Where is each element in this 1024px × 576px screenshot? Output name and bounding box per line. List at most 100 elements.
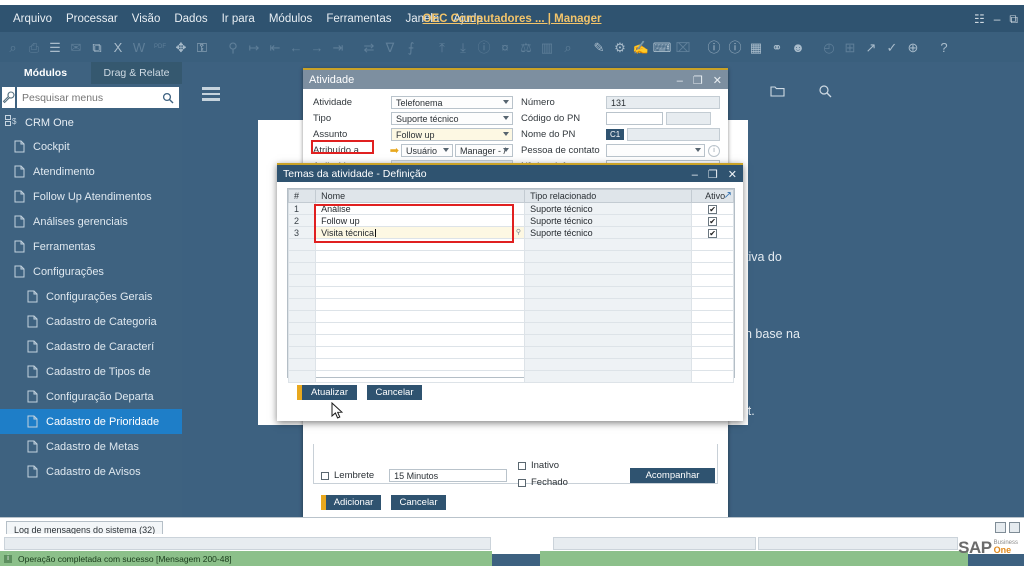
sidebar-item-cadastro-de-categoria[interactable]: Cadastro de Categoria xyxy=(0,309,182,334)
minimize-icon[interactable]: – xyxy=(994,13,1001,25)
toolbar-web-doc-icon[interactable]: ⊕ xyxy=(903,37,923,57)
sidebar-root-crm-one[interactable]: $ CRM One xyxy=(0,111,182,134)
row-tipo-cell[interactable] xyxy=(524,286,693,299)
row-nome-cell[interactable] xyxy=(315,250,526,263)
table-row-empty[interactable] xyxy=(287,298,734,311)
closed-checkbox[interactable] xyxy=(518,478,526,487)
sidebar-item-configura-es[interactable]: Configurações xyxy=(0,259,182,284)
grid-header-num[interactable]: # xyxy=(287,189,317,203)
row-nome-cell[interactable] xyxy=(315,358,526,371)
table-row-empty[interactable] xyxy=(287,358,734,371)
pessoa-contato-select[interactable] xyxy=(606,144,705,157)
activity-cancelar-button[interactable]: Cancelar xyxy=(391,495,446,510)
menu-item-módulos[interactable]: Módulos xyxy=(262,10,319,28)
row-ativo-cell[interactable] xyxy=(691,250,734,263)
folder-icon[interactable] xyxy=(770,84,785,101)
table-row-empty[interactable] xyxy=(287,346,734,359)
row-tipo-cell[interactable] xyxy=(524,298,693,311)
table-row-empty[interactable] xyxy=(287,286,734,299)
menu-item-ferramentas[interactable]: Ferramentas xyxy=(319,10,398,28)
row-ativo-cell[interactable] xyxy=(691,334,734,347)
row-nome-cell[interactable] xyxy=(315,346,526,359)
table-row[interactable]: 2 Follow up Suporte técnico ✔ xyxy=(287,214,734,227)
reminder-value-input[interactable]: 15 Minutos xyxy=(389,469,508,482)
toolbar-approve-icon[interactable]: ✓ xyxy=(882,37,902,57)
inactive-checkbox-row[interactable]: Inativo xyxy=(518,460,568,471)
row-ativo-cell[interactable] xyxy=(691,298,734,311)
atribuido-a-usuario-select[interactable]: Manager - / xyxy=(455,144,513,157)
row-nome-cell[interactable] xyxy=(315,262,526,275)
row-nome-cell[interactable]: Visita técnica ⚲ xyxy=(315,226,526,239)
toolbar-help-icon[interactable]: ? xyxy=(934,37,954,57)
row-nome-cell[interactable] xyxy=(315,298,526,311)
row-tipo-cell[interactable] xyxy=(524,358,693,371)
toolbar-calendar-icon[interactable]: ☰ xyxy=(45,37,65,57)
menu-item-ajuda[interactable]: Ajuda xyxy=(446,10,489,28)
ativo-checkbox[interactable]: ✔ xyxy=(708,228,718,238)
sidebar-tab-drag-relate[interactable]: Drag & Relate xyxy=(91,62,182,84)
ativo-checkbox[interactable]: ✔ xyxy=(708,204,718,214)
inactive-checkbox[interactable] xyxy=(518,461,526,470)
row-nome-cell[interactable] xyxy=(315,238,526,251)
row-ativo-cell[interactable]: ✔ xyxy=(691,214,734,227)
menu-item-arquivo[interactable]: Arquivo xyxy=(6,10,59,28)
search-icon[interactable] xyxy=(157,87,179,108)
row-tipo-cell[interactable] xyxy=(524,322,693,335)
activity-restore-icon[interactable]: ❐ xyxy=(693,74,703,87)
toolbar-export-icon[interactable]: ⧉ xyxy=(87,37,107,57)
contact-info-icon[interactable]: i xyxy=(708,144,720,157)
row-tipo-cell[interactable] xyxy=(524,310,693,323)
row-ativo-cell[interactable] xyxy=(691,322,734,335)
acompanhar-button[interactable]: Acompanhar xyxy=(630,468,715,483)
table-row-empty[interactable] xyxy=(287,250,734,263)
row-tipo-cell[interactable]: Suporte técnico xyxy=(524,226,693,239)
menu-item-ir-para[interactable]: Ir para xyxy=(215,10,262,28)
temas-cancelar-button[interactable]: Cancelar xyxy=(367,385,422,400)
table-row-empty[interactable] xyxy=(287,274,734,287)
c1-badge[interactable]: C1 xyxy=(606,129,625,140)
toolbar-user-icon[interactable]: ☻ xyxy=(788,37,808,57)
toolbar-org-chart-icon[interactable]: ⚭ xyxy=(767,37,787,57)
row-nome-cell[interactable] xyxy=(315,286,526,299)
row-nome-cell[interactable]: Follow up xyxy=(315,214,526,227)
row-tipo-cell[interactable] xyxy=(524,274,693,287)
row-nome-cell[interactable] xyxy=(315,310,526,323)
toolbar-edit-icon[interactable]: ✎ xyxy=(589,37,609,57)
row-nome-cell[interactable] xyxy=(315,322,526,335)
menu-item-janela[interactable]: Janela xyxy=(399,10,447,28)
assunto-select[interactable]: Follow up xyxy=(391,128,513,141)
sidebar-item-configura-o-departa[interactable]: Configuração Departa xyxy=(0,384,182,409)
search-input[interactable] xyxy=(17,88,157,107)
sidebar-tab-modulos[interactable]: Módulos xyxy=(0,62,91,84)
toolbar-move-icon[interactable]: ✥ xyxy=(171,37,191,57)
cell-lookup-icon[interactable]: ⚲ xyxy=(516,228,521,236)
row-ativo-cell[interactable] xyxy=(691,238,734,251)
codigo-pn-input[interactable] xyxy=(606,112,663,125)
row-tipo-cell[interactable] xyxy=(524,262,693,275)
atribuido-a-tipo-select[interactable]: Usuário xyxy=(401,144,453,157)
table-row[interactable]: 1 Análise Suporte técnico ✔ xyxy=(287,202,734,215)
sidebar-item-cadastro-de-prioridade[interactable]: Cadastro de Prioridade xyxy=(0,409,182,434)
activity-dialog-titlebar[interactable]: Atividade – ❐ ✕ xyxy=(303,68,728,89)
reminder-checkbox[interactable] xyxy=(321,471,329,480)
row-ativo-cell[interactable] xyxy=(691,370,734,383)
toolbar-lock-layout-icon[interactable]: ⚿ xyxy=(192,37,212,57)
toolbar-settings-doc-icon[interactable]: ⚙ xyxy=(610,37,630,57)
toolbar-calculator-icon[interactable]: ▦ xyxy=(746,37,766,57)
table-row-empty[interactable] xyxy=(287,238,734,251)
row-tipo-cell[interactable] xyxy=(524,334,693,347)
row-tipo-cell[interactable]: Suporte técnico xyxy=(524,214,693,227)
temas-minimize-icon[interactable]: – xyxy=(692,169,698,181)
sidebar-item-cadastro-de-tipos-de[interactable]: Cadastro de Tipos de xyxy=(0,359,182,384)
row-tipo-cell[interactable] xyxy=(524,370,693,383)
table-row-empty[interactable] xyxy=(287,322,734,335)
temas-close-icon[interactable]: ✕ xyxy=(728,168,737,181)
row-ativo-cell[interactable] xyxy=(691,274,734,287)
log-restore-icon[interactable] xyxy=(995,522,1006,533)
sidebar-item-an-lises-gerenciais[interactable]: Análises gerenciais xyxy=(0,209,182,234)
sidebar-item-cadastro-de-avisos[interactable]: Cadastro de Avisos xyxy=(0,459,182,484)
toolbar-doc-info-icon[interactable]: ⓘ xyxy=(704,37,724,57)
table-row-empty[interactable] xyxy=(287,310,734,323)
row-ativo-cell[interactable]: ✔ xyxy=(691,202,734,215)
menu-item-dados[interactable]: Dados xyxy=(167,10,214,28)
